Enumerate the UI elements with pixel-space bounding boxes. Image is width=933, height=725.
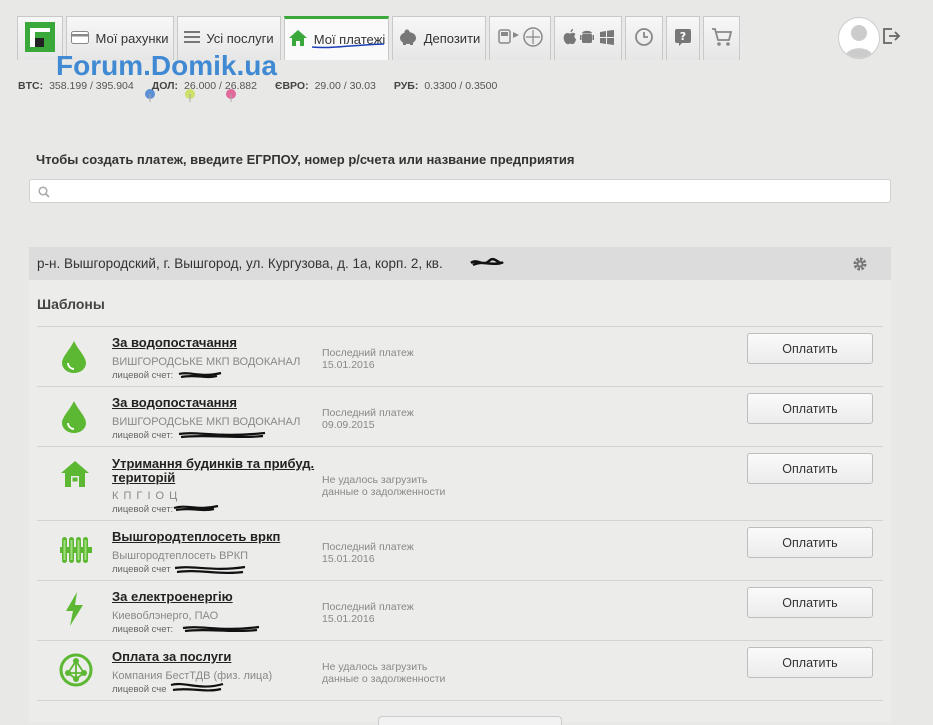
- card-icon: [71, 30, 90, 47]
- template-row: Вышгородтеплосеть вркп Вышгородтеплосеть…: [37, 521, 883, 580]
- redaction-scribble: [170, 682, 224, 692]
- rate-rub: РУБ: 0.3300 / 0.3500: [393, 80, 498, 92]
- redaction-scribble: [182, 625, 260, 633]
- template-account: лицевой счет:: [112, 430, 174, 441]
- tab-mobile-apps[interactable]: [554, 16, 622, 60]
- tab-cart[interactable]: [703, 16, 740, 60]
- privatbank-logo: [25, 22, 55, 55]
- template-company: ВИШГОРОДСЬКЕ МКП ВОДОКАНАЛ: [112, 356, 301, 368]
- radiator-icon: [59, 533, 93, 572]
- pay-button[interactable]: Оплатить: [747, 453, 873, 484]
- history-icon: [634, 27, 654, 50]
- template-title-link[interactable]: За водопостачання: [112, 336, 327, 350]
- template-account: лицевой счет:: [112, 370, 174, 381]
- template-company: К П Г І О Ц: [112, 490, 179, 502]
- address-text: р-н. Вышгородский, г. Вышгород, ул. Кург…: [37, 256, 443, 271]
- template-row: За електроенергію Киевоблэнерго, ПАО лиц…: [37, 581, 883, 640]
- logout-icon[interactable]: [881, 26, 901, 46]
- search-box[interactable]: [29, 179, 891, 203]
- redaction-scribble: [178, 431, 266, 439]
- template-row: Оплата за послуги Компания БестТДВ (физ.…: [37, 641, 883, 700]
- tab-deposits[interactable]: Депозити: [392, 16, 486, 60]
- watermark-dots: [145, 89, 236, 102]
- pay-button[interactable]: Оплатить: [747, 527, 873, 558]
- home-icon: [288, 29, 308, 50]
- template-title-link[interactable]: Оплата за послуги: [112, 650, 327, 664]
- tab-history[interactable]: [625, 16, 663, 60]
- tab-help[interactable]: ?: [666, 16, 700, 60]
- template-company: Киевоблэнерго, ПАО: [112, 610, 219, 622]
- redaction-scribble: [178, 371, 222, 379]
- template-row: За водопостачання ВИШГОРОДСЬКЕ МКП ВОДОК…: [37, 387, 883, 446]
- template-status: Последний платеж 15.01.2016: [322, 601, 414, 625]
- pay-button[interactable]: Оплатить: [747, 393, 873, 424]
- svg-text:?: ?: [680, 30, 686, 43]
- show-more-tab[interactable]: [378, 716, 562, 725]
- divider: [37, 700, 883, 701]
- handwritten-underline: [311, 43, 385, 49]
- template-account: лицевой счет:: [112, 624, 174, 635]
- redaction-scribble: [174, 565, 246, 574]
- template-status: Не удалось загрузить данные о задолженнос…: [322, 474, 446, 498]
- search-input[interactable]: [54, 182, 878, 202]
- template-status: Не удалось загрузить данные о задолженнос…: [322, 661, 446, 685]
- template-status: Последний платеж 09.09.2015: [322, 407, 414, 431]
- template-title-link[interactable]: Вышгородтеплосеть вркп: [112, 530, 327, 544]
- template-title-link[interactable]: За електроенергію: [112, 590, 327, 604]
- redaction-scribble: [470, 257, 504, 267]
- help-icon: ?: [673, 27, 693, 50]
- transport-icon: [496, 26, 544, 51]
- water-drop-icon: [59, 399, 89, 438]
- lightning-icon: [59, 591, 89, 632]
- water-drop-icon: [59, 339, 89, 378]
- tab-label: Усі послуги: [206, 31, 274, 46]
- redaction-scribble: [173, 504, 219, 512]
- tab-my-payments[interactable]: Мої платежі: [284, 16, 389, 60]
- tab-transport[interactable]: [489, 16, 551, 60]
- template-status: Последний платеж 15.01.2016: [322, 347, 414, 371]
- piggybank-icon: [398, 29, 418, 48]
- template-title-link[interactable]: За водопостачання: [112, 396, 327, 410]
- list-icon: [184, 30, 201, 47]
- watermark: Forum.Domik.ua: [56, 50, 277, 81]
- avatar[interactable]: [838, 17, 880, 59]
- template-row: За водопостачання ВИШГОРОДСЬКЕ МКП ВОДОК…: [37, 327, 883, 386]
- pay-button[interactable]: Оплатить: [747, 647, 873, 678]
- address-bar: р-н. Вышгородский, г. Вышгород, ул. Кург…: [29, 247, 891, 280]
- template-account: лицевой счет: [112, 564, 171, 575]
- rate-eur: ЄВРО: 29.00 / 30.03: [274, 80, 376, 92]
- tab-label: Мої рахунки: [95, 31, 169, 46]
- tab-label: Депозити: [423, 31, 481, 46]
- search-label: Чтобы создать платеж, введите ЕГРПОУ, но…: [36, 152, 575, 167]
- cart-icon: [711, 27, 733, 50]
- template-account: лицевой сче: [112, 684, 167, 695]
- template-company: ВИШГОРОДСЬКЕ МКП ВОДОКАНАЛ: [112, 416, 301, 428]
- search-icon: [38, 185, 50, 203]
- settings-gear-icon[interactable]: [851, 255, 869, 276]
- templates-title: Шаблоны: [37, 296, 105, 312]
- network-icon: [59, 653, 93, 692]
- template-account: лицевой счет:: [112, 504, 174, 515]
- platforms-icon: [560, 28, 616, 49]
- house-icon: [59, 459, 91, 494]
- pay-button[interactable]: Оплатить: [747, 333, 873, 364]
- template-title-link[interactable]: Утримання будинків та прибуд. територій: [112, 457, 327, 485]
- template-row: Утримання будинків та прибуд. територій …: [37, 447, 883, 520]
- template-company: Вышгородтеплосеть ВРКП: [112, 550, 249, 562]
- template-status: Последний платеж 15.01.2016: [322, 541, 414, 565]
- pay-button[interactable]: Оплатить: [747, 587, 873, 618]
